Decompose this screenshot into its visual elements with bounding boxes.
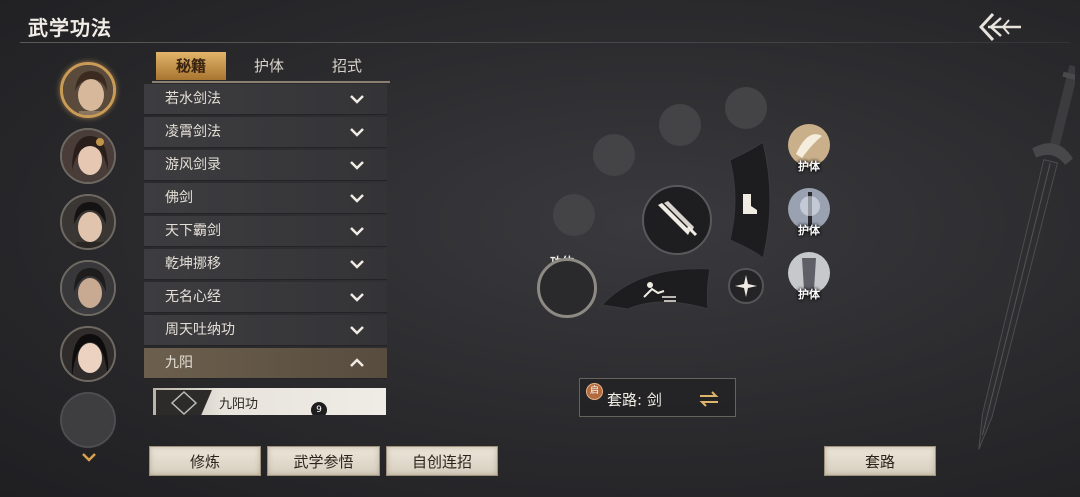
chevron-down-icon xyxy=(350,293,364,302)
tab-body-protection[interactable]: 护体 xyxy=(234,52,304,80)
character-avatar-5[interactable] xyxy=(60,326,116,382)
list-item[interactable]: 乾坤挪移 xyxy=(144,249,387,280)
crosshair-icon xyxy=(735,275,757,297)
sub-skill-item[interactable]: 九阳功 9 xyxy=(153,388,386,415)
route-badge: 启 xyxy=(586,383,603,400)
tab-bar: 秘籍 护体 招式 xyxy=(152,52,390,82)
tab-secret-manual[interactable]: 秘籍 xyxy=(156,52,226,80)
empty-skill-slot[interactable] xyxy=(553,194,595,236)
custom-combo-button[interactable]: 自创连招 xyxy=(386,446,498,476)
list-item[interactable]: 佛剑 xyxy=(144,183,387,214)
chevron-down-icon xyxy=(350,128,364,137)
list-item-label: 乾坤挪移 xyxy=(165,256,221,272)
chevron-down-icon xyxy=(350,326,364,335)
character-avatar-2[interactable] xyxy=(60,128,116,184)
protection-slot-label: 护体 xyxy=(798,160,820,173)
skill-wheel: 功体 护体 护体 护体 xyxy=(530,80,870,420)
character-portrait xyxy=(62,262,114,314)
skill-thumbnail xyxy=(156,390,212,415)
protection-slot-label: 护体 xyxy=(798,288,820,301)
practice-button[interactable]: 修炼 xyxy=(149,446,261,476)
weapon-core-slot[interactable] xyxy=(642,185,712,255)
list-item[interactable]: 天下霸剑 xyxy=(144,216,387,247)
list-item[interactable]: 凌霄剑法 xyxy=(144,117,387,148)
route-button[interactable]: 套路 xyxy=(824,446,936,476)
sword-decoration-icon xyxy=(978,64,1075,450)
list-item-label: 无名心经 xyxy=(165,289,221,305)
list-item[interactable]: 游风剑录 xyxy=(144,150,387,181)
empty-skill-slot[interactable] xyxy=(593,134,635,176)
empty-skill-slot[interactable] xyxy=(725,87,767,129)
protection-slot-3[interactable]: 护体 xyxy=(786,252,832,301)
list-item-label: 天下霸剑 xyxy=(165,223,221,239)
chevron-down-icon xyxy=(350,260,364,269)
character-portrait xyxy=(63,65,113,115)
protection-slot-2[interactable]: 护体 xyxy=(786,188,832,237)
list-item[interactable]: 无名心经 xyxy=(144,282,387,313)
gong-ti-slot[interactable] xyxy=(537,258,597,318)
sword-icon xyxy=(658,201,698,237)
list-item-label: 游风剑录 xyxy=(165,157,221,173)
page-title: 武学功法 xyxy=(28,16,112,40)
character-avatar-3[interactable] xyxy=(60,194,116,250)
chevron-up-icon xyxy=(350,358,364,367)
route-label: 套路: 剑 xyxy=(607,391,662,409)
back-arrow-icon xyxy=(979,12,1021,42)
chevron-down-icon xyxy=(350,95,364,104)
chevron-down-icon xyxy=(350,194,364,203)
movement-slot[interactable] xyxy=(725,140,775,260)
list-item-label: 周天吐纳功 xyxy=(165,322,235,338)
list-item-expanded[interactable]: 九阳 xyxy=(144,348,387,379)
route-selector[interactable]: 启 套路: 剑 xyxy=(579,378,736,417)
character-portrait xyxy=(62,328,114,380)
list-item-label: 凌霄剑法 xyxy=(165,124,221,140)
tab-moves[interactable]: 招式 xyxy=(312,52,382,80)
back-button[interactable] xyxy=(978,10,1024,44)
level-badge: 9 xyxy=(311,402,327,415)
list-item-label: 九阳 xyxy=(165,355,193,371)
swap-icon[interactable] xyxy=(698,390,720,408)
chevron-down-icon[interactable] xyxy=(80,450,98,464)
comprehend-button[interactable]: 武学参悟 xyxy=(267,446,380,476)
sub-skill-label: 九阳功 xyxy=(219,397,259,412)
diamond-icon xyxy=(170,390,198,415)
character-avatar-empty[interactable] xyxy=(60,392,116,448)
header-divider xyxy=(20,42,1070,43)
list-item-label: 佛剑 xyxy=(165,190,193,206)
list-item-label: 若水剑法 xyxy=(165,91,221,107)
empty-skill-slot[interactable] xyxy=(659,104,701,146)
list-item[interactable]: 周天吐纳功 xyxy=(144,315,387,346)
character-portrait xyxy=(62,196,114,248)
list-item[interactable]: 若水剑法 xyxy=(144,84,387,115)
dash-slot[interactable] xyxy=(600,265,715,310)
protection-slot-1[interactable]: 护体 xyxy=(786,124,832,173)
protection-slot-label: 护体 xyxy=(798,224,820,237)
chevron-down-icon xyxy=(350,227,364,236)
character-avatar-4[interactable] xyxy=(60,260,116,316)
tab-underline xyxy=(152,81,390,83)
crosshair-button[interactable] xyxy=(728,268,764,304)
chevron-down-icon xyxy=(350,161,364,170)
character-portrait xyxy=(62,130,114,182)
character-avatar-1[interactable] xyxy=(60,62,116,118)
